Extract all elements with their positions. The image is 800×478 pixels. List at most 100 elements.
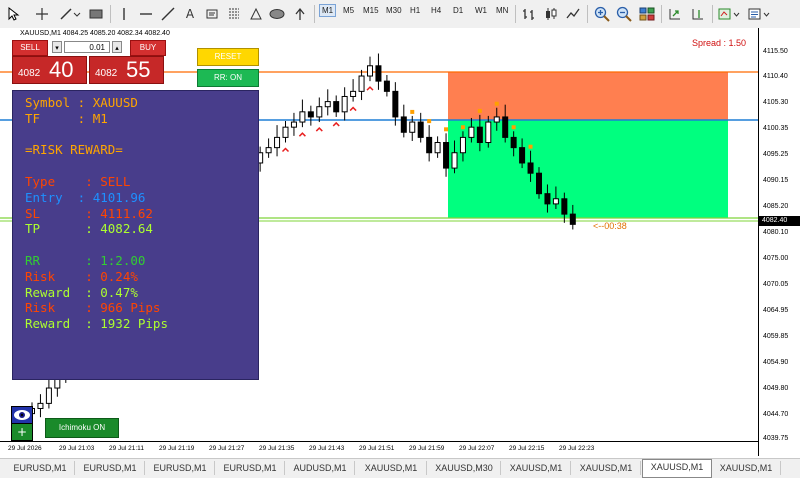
candle-body bbox=[434, 142, 441, 154]
candle-body bbox=[544, 193, 551, 205]
rectangle-icon[interactable] bbox=[88, 4, 104, 24]
info-line: SL : 4111.62 bbox=[25, 205, 153, 221]
candle-body bbox=[37, 402, 44, 409]
tf-w1[interactable]: W1 bbox=[475, 6, 487, 15]
shapes-icon[interactable] bbox=[248, 4, 264, 24]
trail-marker bbox=[494, 101, 499, 106]
info-line: TP : 4082.64 bbox=[25, 221, 153, 237]
info-line: TF : M1 bbox=[25, 110, 108, 126]
price-tick: 4115.50 bbox=[763, 48, 788, 55]
tf-h1[interactable]: H1 bbox=[410, 6, 420, 15]
candlestick-icon[interactable] bbox=[543, 4, 559, 24]
price-axis[interactable]: 4115.50 4110.40 4105.30 4100.35 4095.25 … bbox=[758, 28, 800, 456]
label-icon[interactable] bbox=[204, 4, 220, 24]
lot-down-icon[interactable]: ▾ bbox=[52, 41, 62, 53]
tf-m30[interactable]: M30 bbox=[386, 6, 402, 15]
price-tick: 4080.10 bbox=[763, 229, 789, 236]
trendline-icon[interactable] bbox=[160, 4, 176, 24]
reset-button[interactable]: RESET bbox=[197, 48, 259, 66]
sell-price-box[interactable]: 4082 40 bbox=[12, 56, 87, 84]
chart-tab[interactable]: XAUUSD,M1 bbox=[642, 459, 712, 478]
candle-body bbox=[333, 101, 340, 113]
candle-body bbox=[426, 136, 433, 154]
price-tick: 4059.85 bbox=[763, 333, 789, 340]
candle-body bbox=[485, 121, 492, 144]
candle-body bbox=[527, 162, 534, 174]
ichimoku-toggle-button[interactable]: Ichimoku ON bbox=[45, 418, 119, 438]
trail-marker bbox=[528, 144, 533, 149]
price-tick: 4095.25 bbox=[763, 151, 789, 158]
sl-zone bbox=[448, 72, 728, 120]
time-axis[interactable]: 29 Jul 2026 29 Jul 21:03 29 Jul 21:11 29… bbox=[0, 441, 758, 458]
toolbar: A M1 M5 M15 M30 H1 H4 D1 W1 MN bbox=[0, 0, 800, 29]
chart-tab[interactable]: XAUUSD,M1 bbox=[502, 461, 571, 475]
bull-arrow-marker bbox=[298, 132, 306, 137]
chart-tab[interactable]: EURUSD,M1 bbox=[76, 461, 145, 475]
arrow-icon[interactable] bbox=[292, 4, 308, 24]
chart-tab[interactable]: EURUSD,M1 bbox=[216, 461, 285, 475]
info-line: Risk : 966 Pips bbox=[25, 300, 161, 316]
buy-button[interactable]: BUY bbox=[130, 40, 166, 56]
trail-marker bbox=[444, 127, 449, 132]
candle-body bbox=[274, 136, 281, 149]
fibonacci-icon[interactable] bbox=[226, 4, 242, 24]
text-icon[interactable]: A bbox=[182, 4, 198, 24]
horizontal-line-icon[interactable] bbox=[138, 4, 154, 24]
candle-body bbox=[443, 142, 450, 169]
chart-tab[interactable]: XAUUSD,M30 bbox=[428, 461, 501, 475]
plus-icon[interactable]: + bbox=[11, 423, 33, 441]
price-tick: 4085.20 bbox=[763, 203, 789, 210]
candle-body bbox=[375, 65, 382, 82]
info-line: Reward : 1932 Pips bbox=[25, 316, 168, 332]
current-price-label: 4082.40 bbox=[759, 216, 800, 226]
candle-body bbox=[45, 387, 52, 404]
risk-reward-panel: Symbol : XAUUSD TF : M1 =RISK REWARD= Type … bbox=[12, 90, 259, 380]
ellipse-icon[interactable] bbox=[268, 4, 286, 24]
buy-price-box[interactable]: 4082 55 bbox=[89, 56, 164, 84]
templates-icon[interactable] bbox=[747, 4, 773, 24]
line-chart-icon[interactable] bbox=[565, 4, 581, 24]
price-tick: 4054.90 bbox=[763, 359, 789, 366]
tile-windows-icon[interactable] bbox=[638, 4, 656, 24]
candle-body bbox=[324, 101, 331, 108]
cursor-icon[interactable] bbox=[6, 4, 22, 24]
time-tick: 29 Jul 21:59 bbox=[409, 445, 445, 452]
chart-tab[interactable]: XAUUSD,M1 bbox=[712, 461, 781, 475]
chart-tab[interactable]: EURUSD,M1 bbox=[146, 461, 215, 475]
chart-tab[interactable]: EURUSD,M1 bbox=[6, 461, 75, 475]
bull-arrow-marker bbox=[332, 121, 340, 127]
chart-shift-icon[interactable] bbox=[690, 4, 706, 24]
trail-marker bbox=[511, 125, 516, 130]
tf-h4[interactable]: H4 bbox=[431, 6, 441, 15]
indicators-icon[interactable] bbox=[717, 4, 743, 24]
crosshair-icon[interactable] bbox=[34, 4, 50, 24]
sell-price-small: 4082 bbox=[18, 68, 41, 79]
chart-tab[interactable]: XAUUSD,M1 bbox=[356, 461, 427, 475]
price-tick: 4090.15 bbox=[763, 177, 789, 184]
sell-button[interactable]: SELL bbox=[12, 40, 48, 56]
vertical-line-icon[interactable] bbox=[116, 4, 132, 24]
tf-m1[interactable]: M1 bbox=[319, 4, 337, 17]
zoom-out-icon[interactable] bbox=[615, 4, 633, 24]
candle-body bbox=[282, 126, 289, 138]
tf-m15[interactable]: M15 bbox=[363, 6, 379, 15]
tf-m5[interactable]: M5 bbox=[343, 6, 354, 15]
eye-icon[interactable] bbox=[11, 406, 33, 424]
auto-scroll-icon[interactable] bbox=[667, 4, 683, 24]
chart-tab[interactable]: XAUUSD,M1 bbox=[572, 461, 641, 475]
lot-size-input[interactable]: 0.01 bbox=[64, 41, 110, 53]
trail-marker bbox=[410, 109, 415, 114]
trail-marker bbox=[477, 108, 482, 113]
chart-tab[interactable]: AUDUSD,M1 bbox=[286, 461, 355, 475]
one-click-trading: SELL ▾ 0.01 ▴ BUY 4082 40 4082 55 bbox=[12, 40, 166, 86]
line-tools-icon[interactable] bbox=[58, 4, 82, 24]
tf-d1[interactable]: D1 bbox=[453, 6, 463, 15]
bull-arrow-marker bbox=[315, 126, 323, 132]
bull-arrow-marker bbox=[366, 86, 374, 91]
info-line: Symbol : XAUUSD bbox=[25, 95, 138, 110]
tf-mn[interactable]: MN bbox=[496, 6, 508, 15]
bar-chart-icon[interactable] bbox=[521, 4, 537, 24]
zoom-in-icon[interactable] bbox=[593, 4, 611, 24]
rr-toggle-button[interactable]: RR: ON bbox=[197, 69, 259, 87]
lot-up-icon[interactable]: ▴ bbox=[112, 41, 122, 53]
